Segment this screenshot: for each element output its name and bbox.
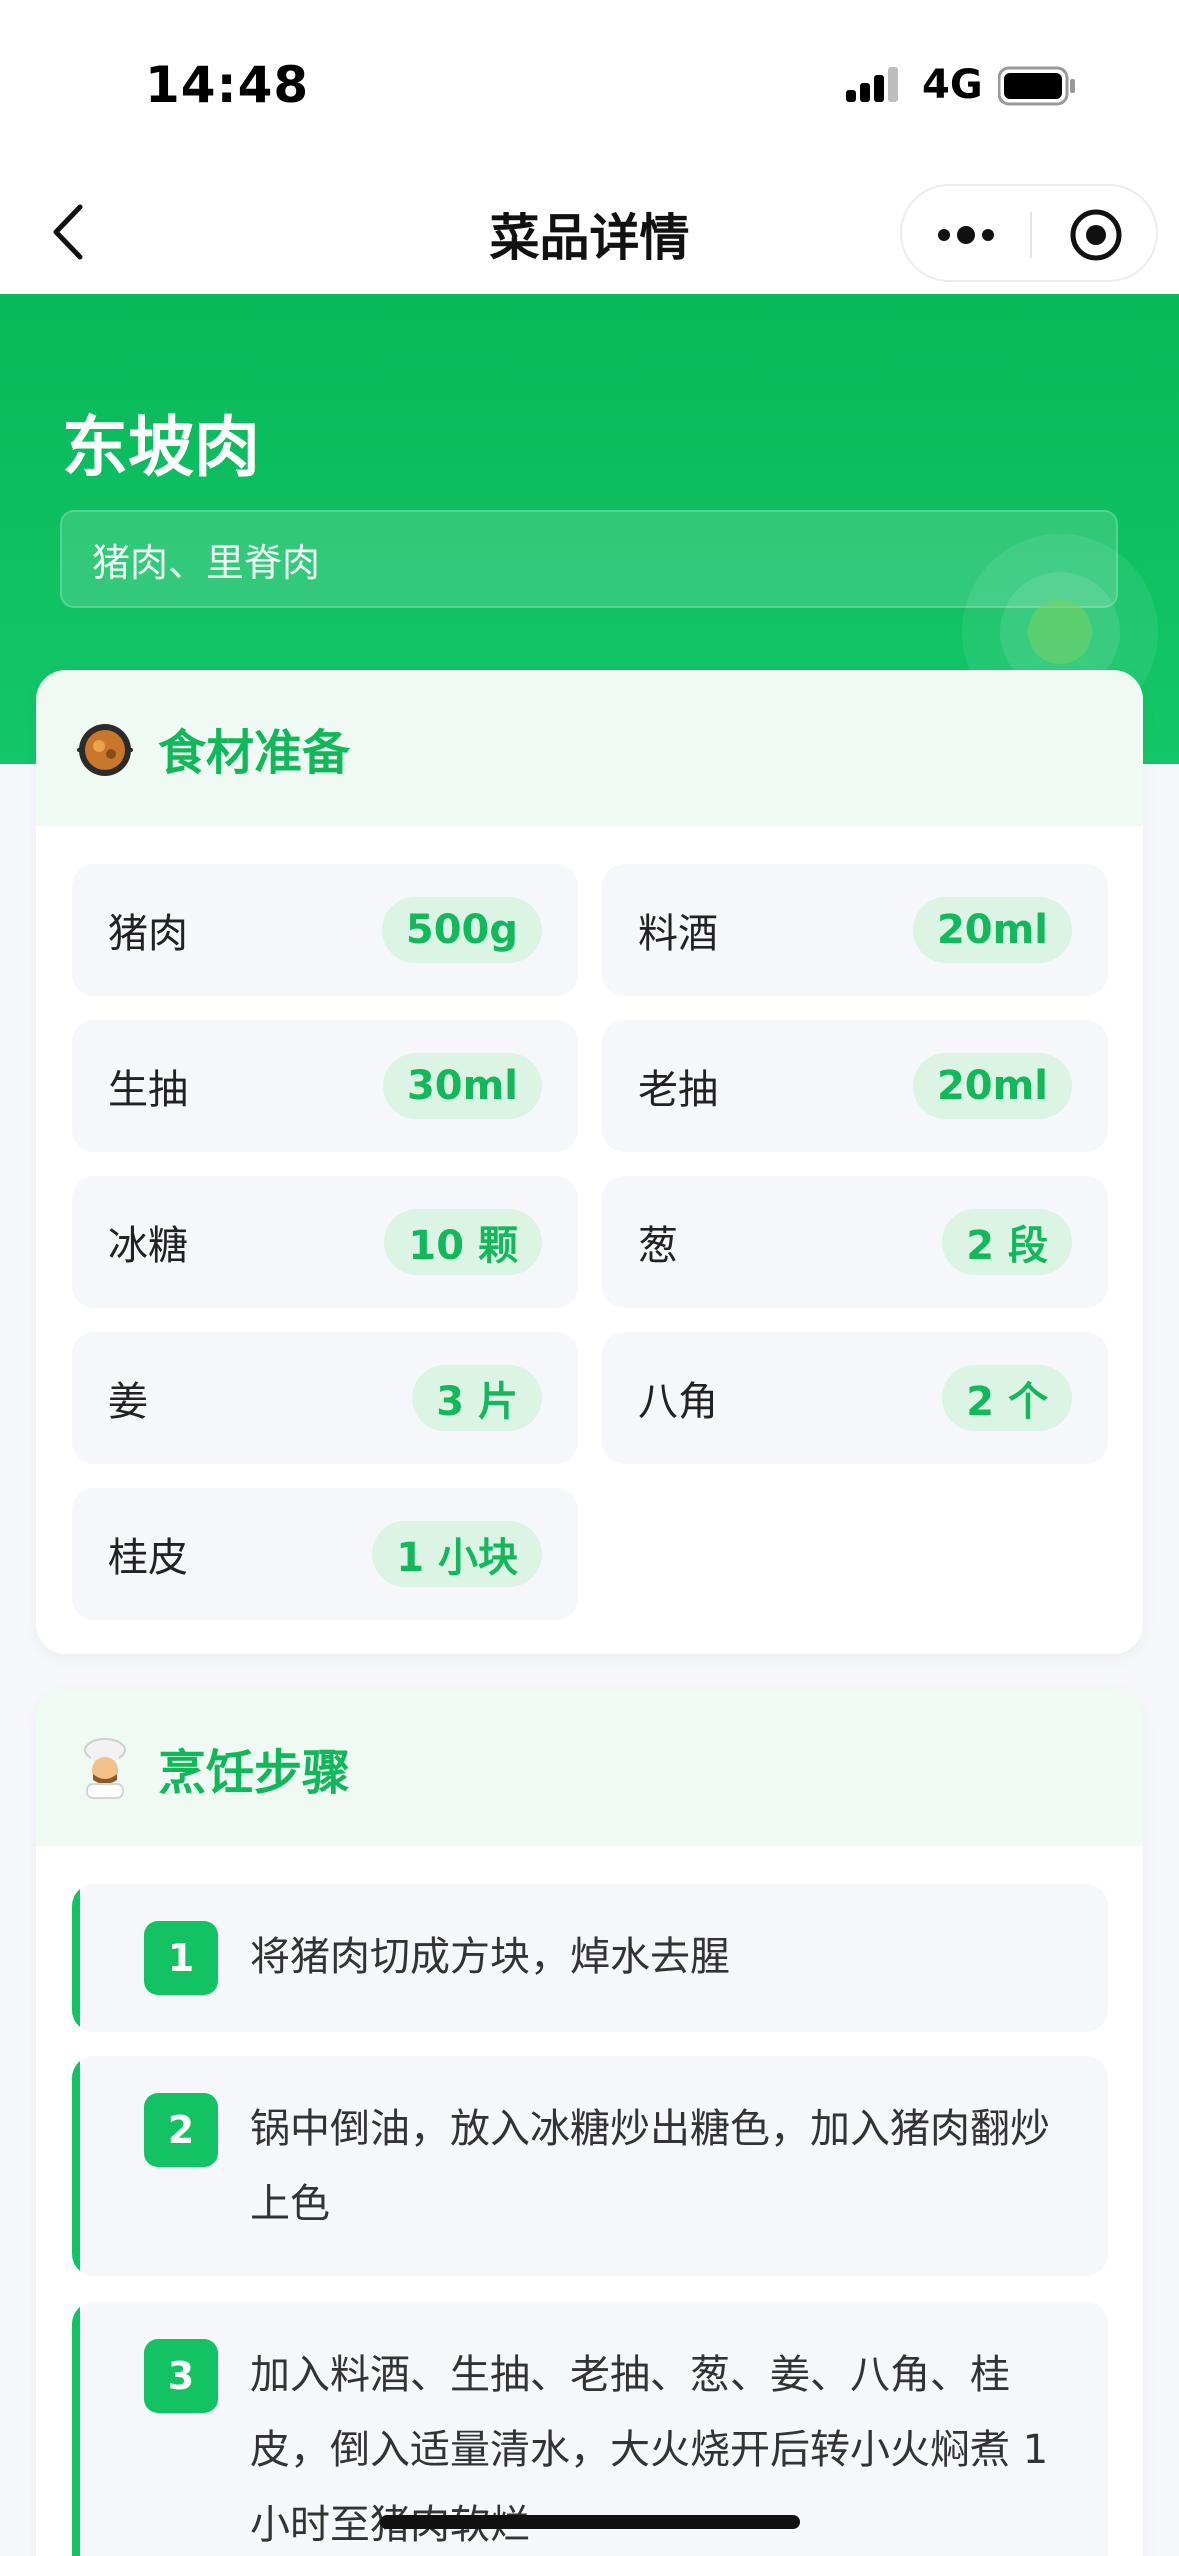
ingredient-item: 生抽 30ml (72, 1020, 578, 1152)
chef-icon (72, 1735, 138, 1801)
steps-title: 烹饪步骤 (158, 1745, 351, 1801)
step-number: 1 (144, 1921, 218, 1995)
ingredient-amount: 2 段 (942, 1209, 1072, 1275)
ingredient-amount: 2 个 (942, 1365, 1072, 1431)
close-button[interactable] (1062, 208, 1130, 262)
ingredient-amount: 500g (381, 897, 542, 963)
status-bar: 14:48 4G (0, 0, 1179, 170)
home-indicator[interactable] (380, 2515, 800, 2529)
more-dots-icon (938, 226, 994, 244)
step-accent-bar (72, 2302, 80, 2556)
steps-header: 烹饪步骤 (36, 1690, 1143, 1846)
ingredients-card: 食材准备 猪肉 500g 料酒 20ml 生抽 30ml 老抽 20ml 冰糖 … (36, 670, 1143, 1654)
ingredient-name: 老抽 (638, 1067, 718, 1113)
ingredient-item: 料酒 20ml (602, 864, 1108, 996)
signal-icon (846, 67, 898, 102)
ingredients-title: 食材准备 (158, 725, 351, 781)
ingredient-name: 桂皮 (108, 1535, 188, 1581)
ingredient-amount: 1 小块 (372, 1521, 542, 1587)
step-accent-bar (72, 2056, 80, 2276)
nav-bar: 菜品详情 (0, 170, 1179, 294)
ingredient-name: 姜 (108, 1379, 148, 1425)
ingredient-item: 姜 3 片 (72, 1332, 578, 1464)
ingredient-item: 葱 2 段 (602, 1176, 1108, 1308)
step-text: 锅中倒油，放入冰糖炒出糖色，加入猪肉翻炒上色 (250, 2106, 1050, 2227)
steps-card: 烹饪步骤 1 将猪肉切成方块，焯水去腥 2 锅中倒油，放入冰糖炒出糖色，加入猪肉… (36, 1690, 1143, 2556)
step-item: 1 将猪肉切成方块，焯水去腥 (72, 1884, 1108, 2032)
ingredient-amount: 10 颗 (384, 1209, 542, 1275)
step-number: 3 (144, 2339, 218, 2413)
cooking-pan-icon (72, 715, 138, 781)
step-number: 2 (144, 2093, 218, 2167)
network-type: 4G (922, 62, 983, 108)
ingredient-name: 冰糖 (108, 1223, 188, 1269)
ingredient-name: 猪肉 (108, 911, 188, 957)
more-button[interactable] (932, 208, 1000, 262)
ingredient-amount: 3 片 (412, 1365, 542, 1431)
ingredient-name: 生抽 (108, 1067, 188, 1113)
egg-decoration-yolk (1028, 600, 1092, 664)
recipe-detail-page: 14:48 4G 菜品详情 东坡肉 猪肉、里脊肉 食材准备 猪肉 500g 料酒… (0, 0, 1179, 2556)
target-circle-icon (1070, 209, 1122, 261)
ingredient-name: 葱 (638, 1223, 678, 1269)
capsule-divider (1030, 212, 1032, 258)
step-accent-bar (72, 1884, 80, 2032)
ingredient-item: 冰糖 10 颗 (72, 1176, 578, 1308)
ingredient-name: 料酒 (638, 911, 718, 957)
ingredient-amount: 20ml (912, 1053, 1072, 1119)
ingredients-header: 食材准备 (36, 670, 1143, 826)
step-item: 2 锅中倒油，放入冰糖炒出糖色，加入猪肉翻炒上色 (72, 2056, 1108, 2276)
ingredient-item: 桂皮 1 小块 (72, 1488, 578, 1620)
mini-program-capsule (900, 184, 1158, 282)
ingredient-amount: 30ml (382, 1053, 542, 1119)
ingredient-item: 八角 2 个 (602, 1332, 1108, 1464)
ingredient-amount: 20ml (912, 897, 1072, 963)
dish-tags: 猪肉、里脊肉 (60, 510, 1118, 608)
battery-icon (998, 66, 1075, 106)
status-time: 14:48 (145, 56, 310, 114)
ingredient-item: 猪肉 500g (72, 864, 578, 996)
ingredient-item: 老抽 20ml (602, 1020, 1108, 1152)
ingredient-name: 八角 (638, 1379, 718, 1425)
step-text: 将猪肉切成方块，焯水去腥 (250, 1934, 730, 1980)
dish-name: 东坡肉 (62, 409, 260, 486)
